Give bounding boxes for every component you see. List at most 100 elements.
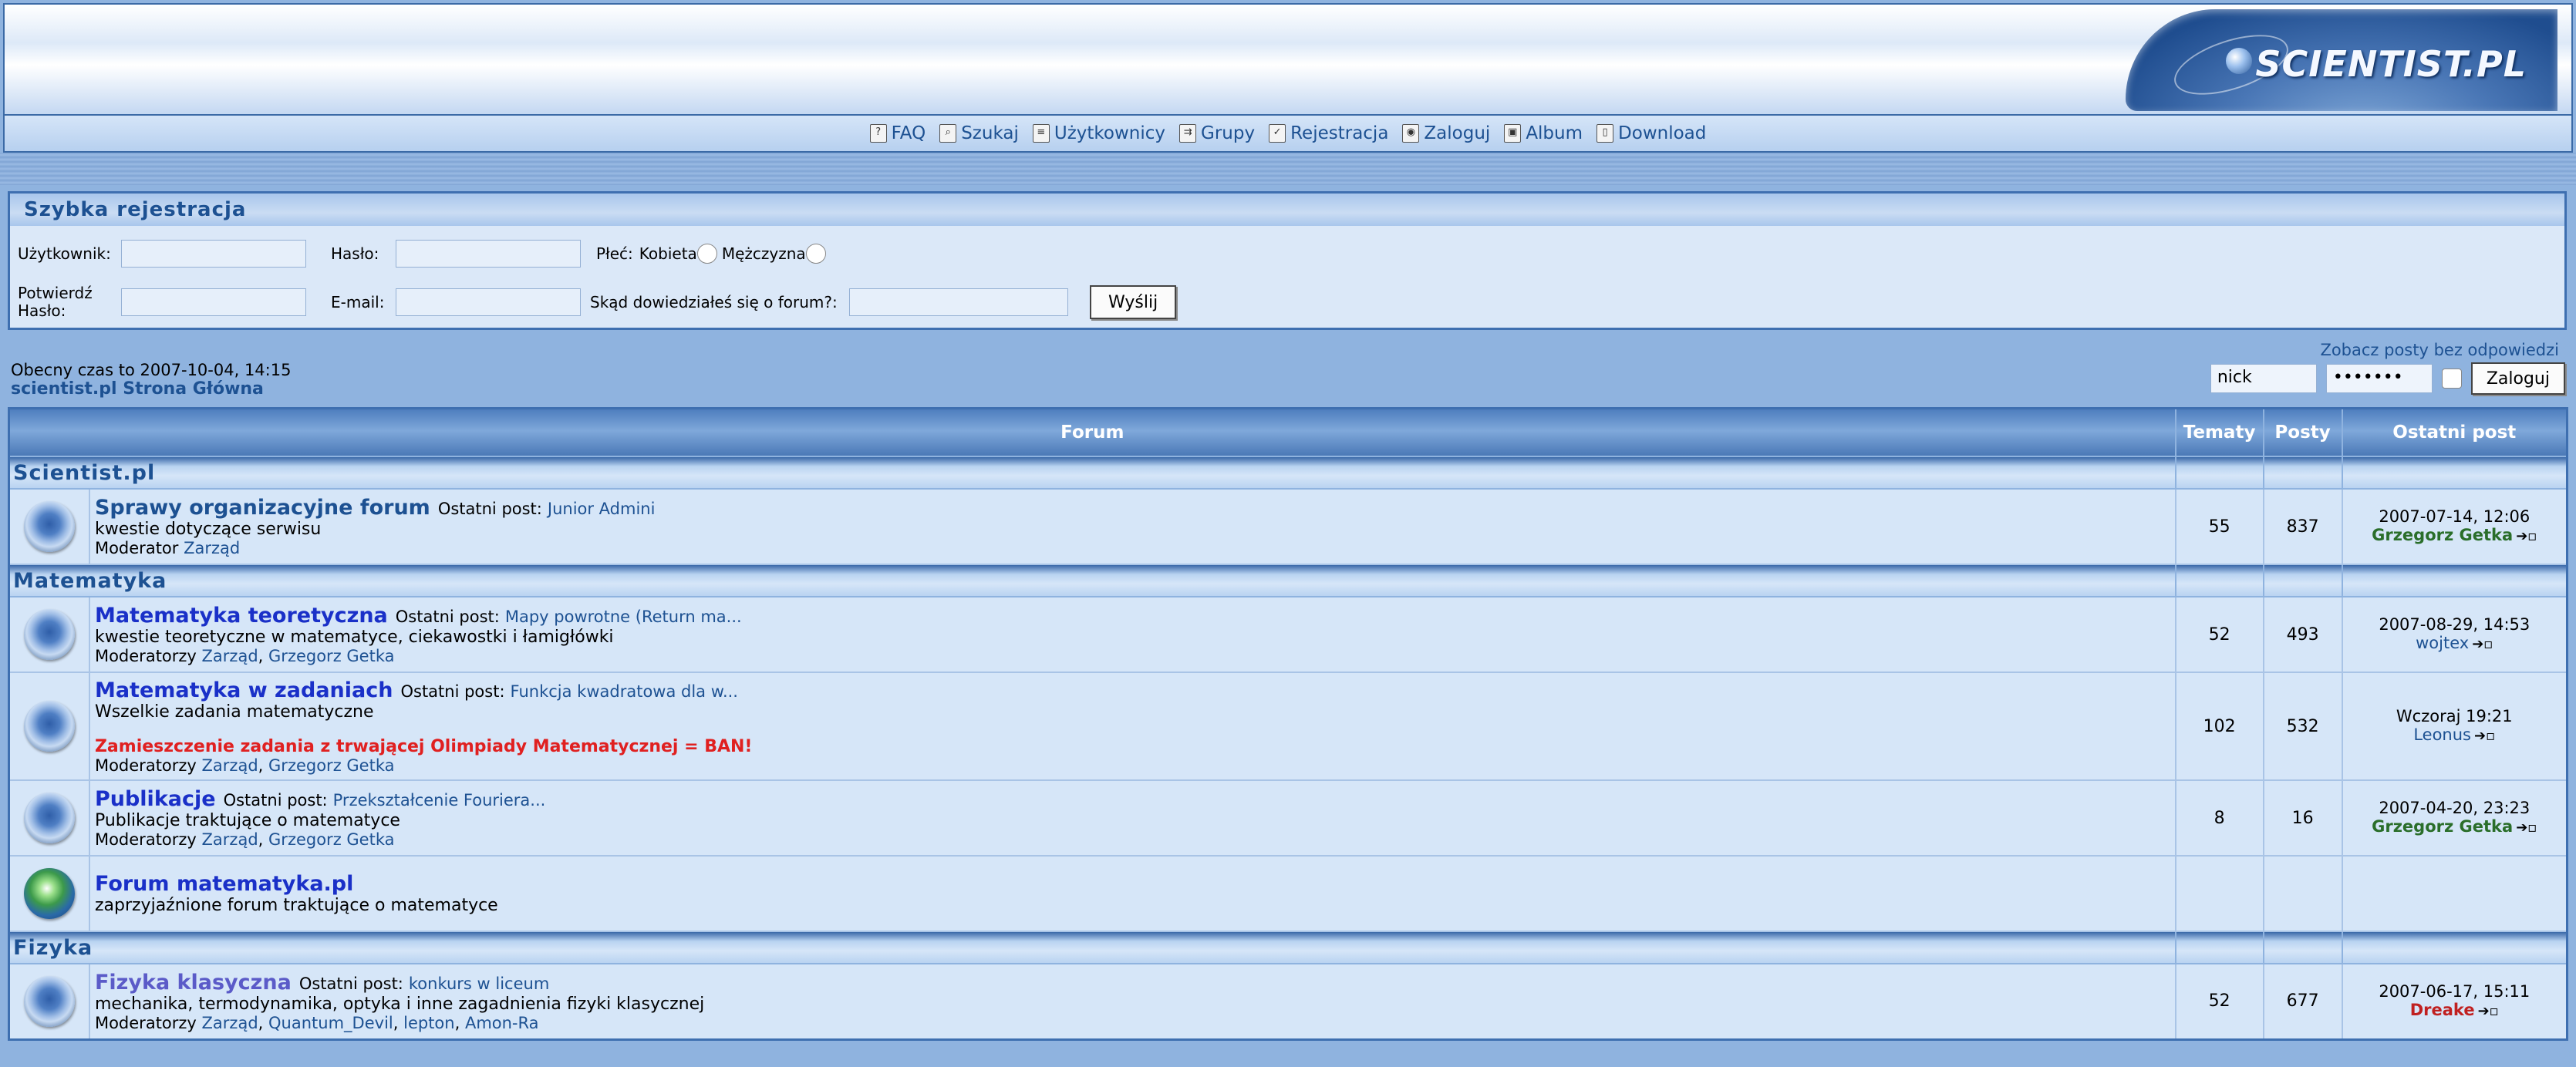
- reg-submit-button[interactable]: Wyślij: [1090, 285, 1177, 319]
- moderator-link[interactable]: Amon-Ra: [465, 1014, 539, 1032]
- category-title[interactable]: Fizyka: [10, 936, 93, 960]
- moderator-link[interactable]: Zarząd: [202, 830, 258, 849]
- gender-female-radio[interactable]: [696, 244, 717, 264]
- go-to-post-icon[interactable]: ➔▫: [2478, 1002, 2499, 1021]
- faq-icon: ?: [869, 124, 887, 143]
- last-post-date: 2007-08-29, 14:53: [2379, 615, 2530, 634]
- category-row: Scientist.pl: [8, 456, 2568, 490]
- last-post-date: 2007-06-17, 15:11: [2379, 981, 2530, 1001]
- register-icon: ✓: [1269, 124, 1286, 143]
- groups-icon: ⇉: [1179, 124, 1197, 143]
- reg-username-input[interactable]: [121, 240, 306, 268]
- go-to-post-icon[interactable]: ➔▫: [2472, 635, 2493, 654]
- login-username-input[interactable]: nick: [2210, 364, 2317, 393]
- last-post-date: Wczoraj 19:21: [2396, 707, 2513, 725]
- forum-icon-cell: [8, 779, 90, 857]
- forum-row: Sprawy organizacyjne forum Ostatni post: …: [8, 488, 2568, 565]
- forum-info-cell: Matematyka teoretyczna Ostatni post: Mapy…: [88, 596, 2176, 673]
- gender-male-radio[interactable]: [805, 244, 826, 264]
- forum-title-link[interactable]: Forum matematyka.pl: [95, 872, 353, 896]
- nav-u-ytkownicy[interactable]: ≡ Użytkownicy: [1032, 123, 1165, 143]
- moderator-link[interactable]: Zarząd: [202, 756, 258, 775]
- quick-registration-panel: Szybka rejestracja Użytkownik: Hasło: Pł…: [8, 191, 2567, 330]
- last-post-user-link[interactable]: Grzegorz Getka: [2372, 817, 2513, 836]
- forum-icon-cell: [8, 596, 90, 673]
- forum-posts-count: 677: [2262, 963, 2343, 1040]
- moderator-link[interactable]: Grzegorz Getka: [268, 756, 394, 775]
- nav-grupy[interactable]: ⇉ Grupy: [1179, 123, 1255, 143]
- forum-info-cell: Fizyka klasyczna Ostatni post: konkurs w …: [88, 963, 2176, 1040]
- moderator-link[interactable]: lepton: [403, 1014, 454, 1032]
- gender-male-label: Mężczyzna: [721, 244, 806, 263]
- forum-title-link[interactable]: Fizyka klasyczna: [95, 971, 292, 995]
- go-to-post-icon[interactable]: ➔▫: [2516, 527, 2537, 546]
- last-post-user-link[interactable]: wojtex: [2416, 634, 2469, 652]
- moderators-label: Moderatorzy: [94, 1013, 197, 1032]
- moderator-link[interactable]: Zarząd: [202, 1014, 258, 1032]
- header-topics: Tematy: [2174, 407, 2264, 457]
- forum-moderators: Moderatorzy Zarząd, Grzegorz Getka: [94, 647, 395, 665]
- forum-info-cell: Publikacje Ostatni post: Przekształcenie …: [88, 779, 2176, 857]
- quick-login-form: nick ••••••• Zaloguj: [2210, 362, 2565, 395]
- nav-download[interactable]: ▯ Download: [1597, 123, 1706, 143]
- last-post-topic-link[interactable]: Mapy powrotne (Return ma...: [505, 608, 742, 626]
- home-link[interactable]: scientist.pl Strona Główna: [11, 379, 264, 399]
- reg-confirm-password-input[interactable]: [121, 288, 306, 316]
- forum-icon: [23, 501, 75, 552]
- category-row: Fizyka: [8, 931, 2568, 964]
- last-post-user-link[interactable]: Grzegorz Getka: [2372, 526, 2513, 544]
- gender-label: Płeć:: [596, 244, 633, 263]
- forum-row: Matematyka w zadaniach Ostatni post: Funk…: [8, 672, 2568, 781]
- go-to-post-icon[interactable]: ➔▫: [2516, 819, 2537, 837]
- forum-icon: [23, 609, 75, 660]
- remember-me-checkbox[interactable]: [2441, 369, 2462, 389]
- nav-faq[interactable]: ? FAQ: [869, 123, 926, 143]
- moderator-link[interactable]: Grzegorz Getka: [268, 647, 394, 665]
- reg-password-input[interactable]: [396, 240, 581, 268]
- forum-title-link[interactable]: Matematyka w zadaniach: [95, 678, 393, 702]
- moderator-link[interactable]: Grzegorz Getka: [268, 830, 394, 849]
- username-label: Użytkownik:: [18, 244, 111, 263]
- site-logo[interactable]: SCIENTIST.PL: [2126, 9, 2557, 111]
- last-post-label: Ostatni post:: [223, 791, 328, 810]
- source-label: Skąd dowiedziałeś się o forum?:: [590, 293, 838, 311]
- forum-description: zaprzyjaźnione forum traktujące o matema…: [94, 896, 498, 915]
- last-post-user-link[interactable]: Leonus: [2413, 725, 2471, 744]
- forum-moderators: Moderator Zarząd: [95, 539, 2170, 557]
- category-spacer: [2262, 456, 2343, 490]
- header-last-post: Ostatni post: [2341, 407, 2568, 457]
- last-post-topic-link[interactable]: konkurs w liceum: [409, 974, 549, 993]
- forum-title-link[interactable]: Matematyka teoretyczna: [95, 604, 388, 628]
- moderator-link[interactable]: Quantum_Devil: [268, 1014, 393, 1032]
- nav-szukaj[interactable]: ⌕ Szukaj: [939, 123, 1019, 143]
- forum-topics-count: 55: [2174, 488, 2264, 565]
- go-to-post-icon[interactable]: ➔▫: [2474, 727, 2495, 746]
- search-icon: ⌕: [939, 124, 957, 143]
- confirm-label-line1: Potwierdź: [18, 284, 93, 302]
- forum-topics-count: 52: [2174, 596, 2264, 673]
- last-post-user-link[interactable]: Dreake: [2410, 1001, 2475, 1019]
- unanswered-posts-link[interactable]: Zobacz posty bez odpowiedzi: [2320, 341, 2559, 359]
- forum-icon-cell: [8, 488, 90, 565]
- email-label: E-mail:: [331, 293, 385, 311]
- nav-rejestracja[interactable]: ✓ Rejestracja: [1269, 123, 1388, 143]
- moderator-link[interactable]: Zarząd: [202, 647, 258, 665]
- forum-title-link[interactable]: Publikacje: [95, 787, 216, 811]
- login-button[interactable]: Zaloguj: [2470, 362, 2565, 395]
- reg-source-input[interactable]: [849, 288, 1068, 316]
- last-post-topic-link[interactable]: Funkcja kwadratowa dla w...: [511, 682, 738, 701]
- forum-title-link[interactable]: Sprawy organizacyjne forum: [95, 496, 430, 520]
- forum-info-cell: Matematyka w zadaniach Ostatni post: Funk…: [88, 672, 2176, 781]
- forum-description: kwestie dotyczące serwisu: [94, 520, 322, 539]
- moderator-link[interactable]: Zarząd: [184, 539, 240, 557]
- category-title[interactable]: Matematyka: [10, 569, 167, 593]
- nav-album[interactable]: ▣ Album: [1504, 123, 1583, 143]
- nav-zaloguj[interactable]: ◉ Zaloguj: [1402, 123, 1490, 143]
- last-post-topic-link[interactable]: Przekształcenie Fouriera...: [333, 791, 546, 810]
- last-post-topic-link[interactable]: Junior Admini: [548, 500, 656, 518]
- forum-description: kwestie teoretyczne w matematyce, ciekaw…: [94, 628, 614, 647]
- login-password-input[interactable]: •••••••: [2325, 364, 2433, 393]
- category-title[interactable]: Scientist.pl: [10, 461, 155, 485]
- forum-last-post-cell: 2007-08-29, 14:53 wojtex ➔▫: [2341, 596, 2568, 673]
- reg-email-input[interactable]: [396, 288, 581, 316]
